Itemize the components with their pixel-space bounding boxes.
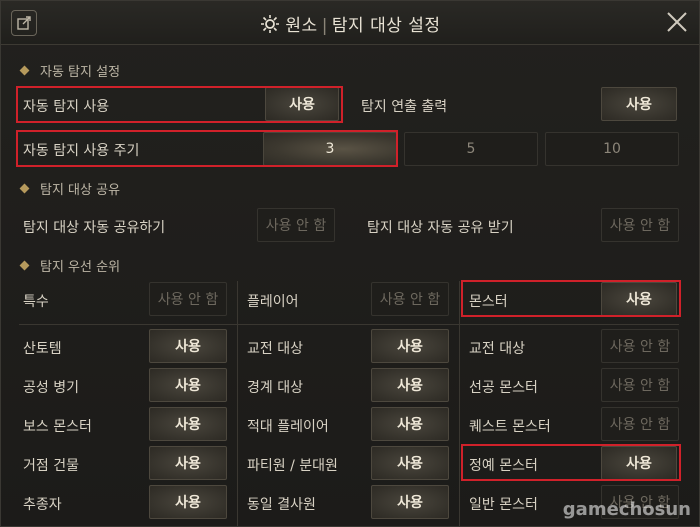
window-title: 원소 | 탐지 대상 설정 — [1, 11, 699, 38]
cycle-option-5[interactable]: 5 — [404, 132, 538, 166]
priority-toggle[interactable]: 사용 — [601, 446, 677, 480]
section-share: 탐지 대상 공유 — [19, 179, 121, 198]
detect-effect-button[interactable]: 사용 — [601, 87, 677, 121]
diamond-icon — [19, 65, 30, 76]
priority-label: 교전 대상 — [247, 341, 303, 357]
priority-label: 교전 대상 — [469, 341, 525, 357]
priority-toggle[interactable]: 사용 — [149, 407, 227, 441]
cycle-option-10[interactable]: 10 — [545, 132, 679, 166]
section-priority: 탐지 우선 순위 — [19, 256, 121, 275]
priority-label: 플레이어 — [247, 294, 299, 310]
priority-toggle[interactable]: 사용 안 함 — [371, 282, 449, 316]
priority-toggle[interactable]: 사용 — [371, 407, 449, 441]
share-send-button[interactable]: 사용 안 함 — [257, 208, 335, 242]
priority-label: 산토템 — [23, 341, 62, 357]
auto-detect-cycle-label: 자동 탐지 사용 주기 — [23, 143, 140, 159]
priority-label: 몬스터 — [469, 294, 508, 310]
priority-label: 파티원 / 분대원 — [247, 458, 338, 474]
priority-label: 선공 몬스터 — [469, 380, 538, 396]
priority-header-divider — [19, 324, 679, 325]
priority-label: 퀘스트 몬스터 — [469, 419, 551, 435]
auto-detect-use-label: 자동 탐지 사용 — [23, 99, 110, 115]
priority-toggle[interactable]: 사용 — [371, 329, 449, 363]
priority-toggle[interactable]: 사용 안 함 — [149, 282, 227, 316]
priority-toggle[interactable]: 사용 — [149, 329, 227, 363]
priority-label: 적대 플레이어 — [247, 419, 329, 435]
priority-toggle[interactable]: 사용 — [601, 282, 677, 316]
priority-toggle[interactable]: 사용 — [149, 446, 227, 480]
title-separator: | — [321, 16, 328, 36]
diamond-icon — [19, 260, 30, 271]
section-title: 탐지 대상 공유 — [40, 183, 121, 198]
column-divider — [459, 281, 460, 526]
priority-toggle[interactable]: 사용 안 함 — [601, 368, 679, 402]
settings-window: 원소 | 탐지 대상 설정 자동 탐지 설정 자동 탐지 사용 사용 탐지 연출 출… — [0, 0, 700, 527]
priority-toggle[interactable]: 사용 안 함 — [601, 407, 679, 441]
title-bar: 원소 | 탐지 대상 설정 — [1, 1, 699, 45]
priority-toggle[interactable]: 사용 — [371, 368, 449, 402]
auto-detect-use-button[interactable]: 사용 — [265, 87, 339, 121]
priority-label: 특수 — [23, 294, 49, 310]
detect-effect-label: 탐지 연출 출력 — [361, 99, 448, 115]
priority-label: 경계 대상 — [247, 380, 303, 396]
diamond-icon — [19, 183, 30, 194]
share-send-label: 탐지 대상 자동 공유하기 — [23, 220, 166, 236]
priority-toggle[interactable]: 사용 — [371, 446, 449, 480]
share-receive-button[interactable]: 사용 안 함 — [601, 208, 679, 242]
priority-label: 추종자 — [23, 497, 62, 513]
title-prefix: 원소 — [285, 16, 318, 36]
watermark-logo: gamechosun — [562, 499, 691, 520]
cycle-option-3[interactable]: 3 — [263, 132, 397, 166]
section-title: 탐지 우선 순위 — [40, 260, 121, 275]
section-title: 자동 탐지 설정 — [40, 65, 121, 80]
priority-label: 거점 건물 — [23, 458, 79, 474]
priority-label: 공성 병기 — [23, 380, 79, 396]
priority-label: 일반 몬스터 — [469, 497, 538, 513]
section-auto-detect: 자동 탐지 설정 — [19, 61, 121, 80]
priority-toggle[interactable]: 사용 — [371, 485, 449, 519]
priority-label: 동일 결사원 — [247, 497, 316, 513]
priority-toggle[interactable]: 사용 — [149, 368, 227, 402]
close-icon[interactable] — [665, 10, 689, 34]
priority-label: 정예 몬스터 — [469, 458, 538, 474]
priority-label: 보스 몬스터 — [23, 419, 92, 435]
column-divider — [237, 281, 238, 526]
element-icon — [261, 14, 280, 38]
share-receive-label: 탐지 대상 자동 공유 받기 — [367, 220, 514, 236]
title-main: 탐지 대상 설정 — [331, 16, 441, 36]
priority-toggle[interactable]: 사용 안 함 — [601, 329, 679, 363]
priority-toggle[interactable]: 사용 — [149, 485, 227, 519]
